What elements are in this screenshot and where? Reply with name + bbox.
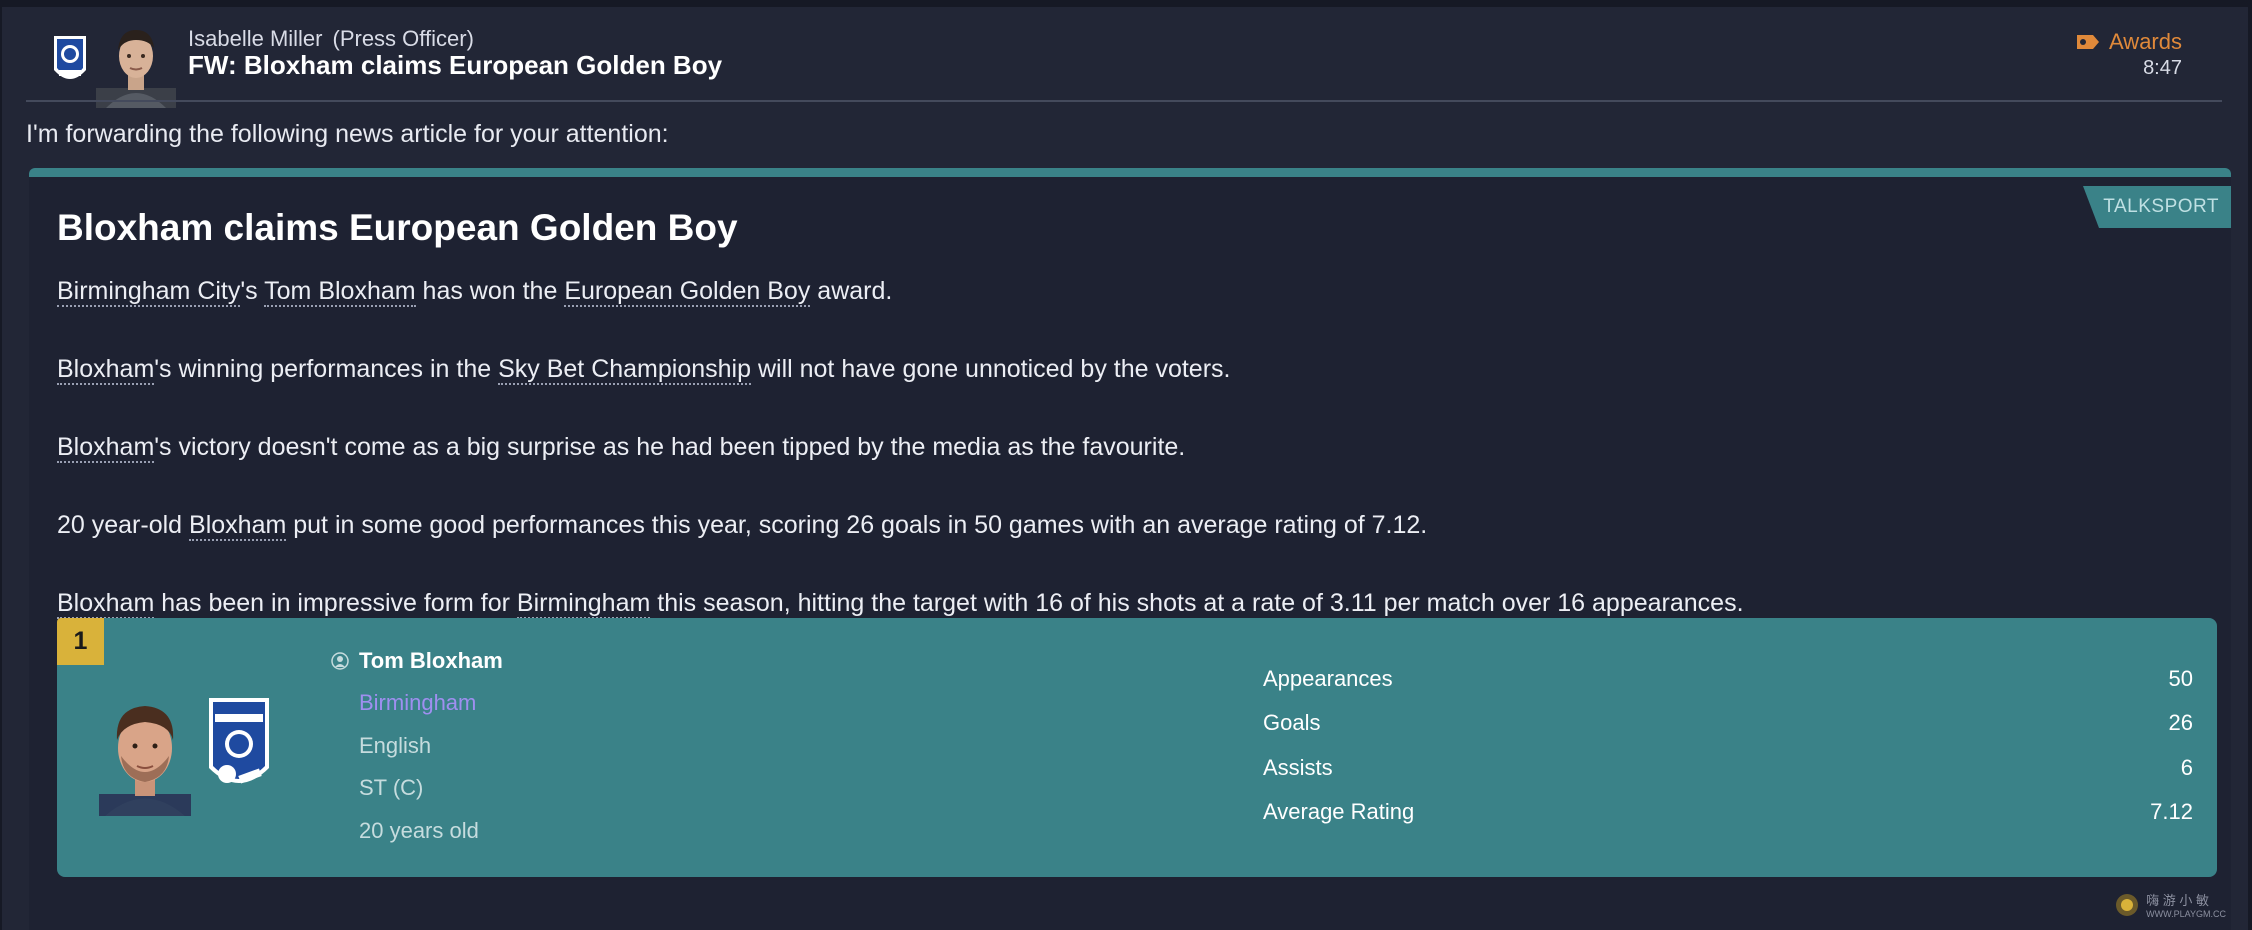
stat-row-goals: Goals 26 — [1263, 710, 2193, 740]
article-paragraph-5: Bloxham has been in impressive form for … — [57, 589, 1744, 619]
player-club[interactable]: Birmingham — [359, 690, 476, 716]
player-link[interactable]: Bloxham — [57, 433, 155, 463]
watermark-line-2: WWW.PLAYGM.CC — [2146, 909, 2226, 919]
rank-badge: 1 — [57, 618, 104, 665]
tag-icon — [2077, 35, 2100, 49]
message-subject: FW: Bloxham claims European Golden Boy — [188, 50, 723, 80]
article-paragraph-2: Bloxham's winning performances in the Sk… — [57, 355, 1231, 385]
sender-avatar[interactable] — [96, 18, 176, 108]
watermark-text: 嗨 游 小 敏 WWW.PLAYGM.CC — [2146, 890, 2226, 919]
sender-name[interactable]: Isabelle Miller — [188, 26, 323, 51]
player-name[interactable]: Tom Bloxham — [359, 648, 503, 674]
stat-row-appearances: Appearances 50 — [1263, 666, 2193, 696]
club-crest-icon[interactable] — [50, 30, 90, 92]
person-icon — [331, 652, 349, 670]
stat-value: 6 — [2180, 755, 2193, 780]
player-position: ST (C) — [359, 775, 424, 800]
player-link[interactable]: Bloxham — [57, 589, 155, 619]
article-title: Bloxham claims European Golden Boy — [57, 207, 738, 248]
message-time: 8:47 — [2143, 57, 2182, 79]
source-tag: TALKSPORT — [2083, 186, 2231, 228]
message-header: Isabelle Miller (Press Officer) FW: Bloxh… — [26, 12, 2212, 108]
text-span: award. — [810, 277, 893, 305]
club-link[interactable]: Birmingham — [516, 589, 651, 619]
club-crest-icon[interactable] — [205, 694, 273, 799]
player-photo[interactable] — [99, 686, 191, 816]
player-nationality: English — [359, 733, 432, 758]
text-span: has won the — [415, 277, 565, 305]
category-text: Awards — [2109, 29, 2182, 54]
stat-row-assists: Assists 6 — [1263, 755, 2193, 785]
site-watermark: 嗨 游 小 敏 WWW.PLAYGM.CC — [2114, 890, 2226, 919]
text-span: this season, hitting the target with 16 … — [650, 589, 1744, 617]
award-link[interactable]: European Golden Boy — [564, 277, 811, 307]
top-border — [0, 0, 2252, 7]
player-link[interactable]: Bloxham — [57, 355, 155, 385]
text-span: has been in impressive form for — [154, 589, 517, 617]
league-link[interactable]: Sky Bet Championship — [498, 355, 752, 385]
forward-intro: I'm forwarding the following news articl… — [26, 120, 669, 148]
header-divider — [26, 100, 2222, 102]
stat-label: Assists — [1263, 755, 1333, 780]
text-span: put in some good performances this year,… — [286, 511, 1428, 539]
club-link[interactable]: Birmingham City — [57, 277, 241, 307]
inbox-message-view: Isabelle Miller (Press Officer) FW: Bloxh… — [0, 0, 2252, 930]
article-paragraph-1: Birmingham City's Tom Bloxham has won th… — [57, 277, 893, 307]
text-span: 's victory doesn't come as a big surpris… — [154, 433, 1186, 461]
stat-label: Average Rating — [1263, 799, 1415, 824]
stat-value: 7.12 — [2150, 799, 2193, 824]
stat-label: Goals — [1263, 710, 1321, 735]
stat-row-average-rating: Average Rating 7.12 — [1263, 799, 2193, 829]
player-award-card[interactable]: 1 Tom Bloxham Birmingham English ST (C) … — [57, 618, 2217, 877]
sender-line: Isabelle Miller (Press Officer) — [188, 26, 474, 52]
article-paragraph-4: 20 year-old Bloxham put in some good per… — [57, 511, 1428, 541]
category-label[interactable]: Awards — [2075, 29, 2182, 55]
stat-value: 26 — [2168, 710, 2193, 735]
stat-label: Appearances — [1263, 666, 1393, 691]
stat-value: 50 — [2168, 666, 2193, 691]
sender-role: (Press Officer) — [332, 26, 474, 51]
player-age: 20 years old — [359, 818, 479, 843]
player-link[interactable]: Bloxham — [189, 511, 287, 541]
text-span: 's winning performances in the — [154, 355, 499, 383]
news-article-card: TALKSPORT Bloxham claims European Golden… — [29, 168, 2231, 930]
right-scrollbar-track — [2248, 0, 2252, 930]
article-paragraph-3: Bloxham's victory doesn't come as a big … — [57, 433, 1186, 463]
player-link[interactable]: Tom Bloxham — [264, 277, 416, 307]
text-span: 20 year-old — [57, 511, 190, 539]
watermark-line-1: 嗨 游 小 敏 — [2146, 893, 2209, 908]
text-span: will not have gone unnoticed by the vote… — [751, 355, 1231, 383]
watermark-logo-icon — [2116, 893, 2139, 916]
left-border — [0, 0, 2, 930]
text-span: 's — [240, 277, 265, 305]
